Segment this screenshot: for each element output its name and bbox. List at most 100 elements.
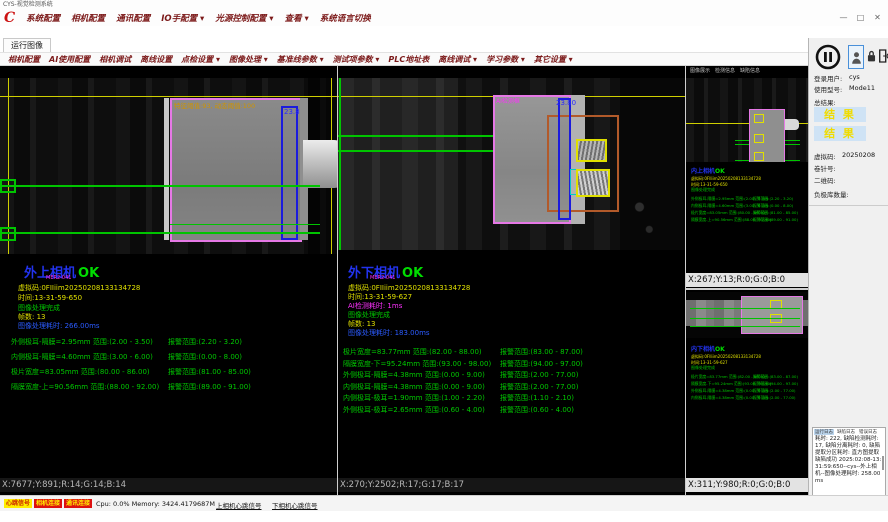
measurement-row: 极片宽度=83.05mm 范围:(80.00 - 86.00)报警范围:(81.… <box>691 210 761 217</box>
tool-image-process[interactable]: 图像处理 ▾ <box>229 54 268 65</box>
tool-baseline-params[interactable]: 基准线参数 ▾ <box>277 54 324 65</box>
thumbnail-info: 内下相机OK 虚拟码:0FIIiim20250208133134728 时间:1… <box>691 344 761 402</box>
log-tab-run[interactable]: 运行日志 <box>814 429 834 435</box>
camera-title: 内下相机OK <box>691 344 761 353</box>
measurement-value: 内侧极耳-隔膜=4.60mm 范围:(3.00 - 6.00) <box>11 352 153 362</box>
lower-camera-heartbeat-link[interactable]: 下相机心跳信号 <box>272 500 318 510</box>
thumbnail-column: 图像展示 检测信息 缺陷信息 内上相机OK 虚拟码:0FIIiim2025020… <box>686 66 808 495</box>
menubar: C 系统配置 相机配置 通讯配置 IO手配置 ▾ 光源控制配置 ▾ 查看 ▾ 系… <box>0 10 888 26</box>
measurement-row: 内侧极耳-隔膜=4.38mm 范围:(0.00 - 9.00)报警范围:(2.0… <box>691 395 761 402</box>
camera-status: OK <box>78 266 99 281</box>
tool-ai-config[interactable]: AI使用配置 <box>49 54 90 65</box>
total-result-label: 总结果: <box>814 97 836 107</box>
measurement-row: 隔膜宽度-下=95.24mm 范围:(93.00 - 98.00) 报警范围:(9… <box>343 359 683 371</box>
camera-title: 内上相机OK <box>691 166 761 175</box>
menu-view[interactable]: 查看 ▾ <box>285 12 309 24</box>
measurement-row: 隔膜宽度-上=90.56mm 范围:(88.00 - 92.00)报警范围:(8… <box>11 382 331 397</box>
tool-learning-params[interactable]: 学习参数 ▾ <box>486 54 525 65</box>
thumb-tab-image[interactable]: 图像展示 <box>690 67 710 74</box>
tool-camera-debug[interactable]: 相机调试 <box>99 54 131 65</box>
lock-button[interactable] <box>865 46 877 66</box>
process-elapsed: 图像处理耗时: 183.00ms <box>348 328 430 338</box>
measure-value-label: 23.80 <box>556 99 576 107</box>
measurement-row: 外侧极耳-隔膜=2.95mm 范围:(2.00 - 3.50)报警范围:(2.2… <box>11 337 331 352</box>
camera-image[interactable]: AI检测框 23.80 <box>338 78 685 250</box>
measurement-row: 极片宽度=83.05mm 范围:(80.00 - 86.00)报警范围:(81.… <box>11 367 331 382</box>
exit-button[interactable] <box>878 46 888 66</box>
log-tab-defect[interactable]: 缺陷日志 <box>836 429 856 435</box>
process-elapsed: 图像处理耗时: 266.00ms <box>18 321 100 331</box>
menu-camera-config[interactable]: 相机配置 <box>71 12 105 24</box>
thumb-tab-detect[interactable]: 检测信息 <box>715 67 735 74</box>
alarm-range: 报警范围:(0.60 - 4.00) <box>500 405 574 415</box>
tab-run-image[interactable]: 运行图像 <box>3 38 51 52</box>
close-button[interactable]: ✕ <box>871 12 884 23</box>
camera-name: 内下相机 <box>691 346 715 353</box>
log-tab-error[interactable]: 错误日志 <box>858 429 878 435</box>
menu-comm-config[interactable]: 通讯配置 <box>116 12 150 24</box>
app-window: CYS-视觉检测系统 C 系统配置 相机配置 通讯配置 IO手配置 ▾ 光源控制… <box>0 0 888 522</box>
scene-highlight <box>338 78 458 250</box>
camera-model: MER2-041 <box>370 275 395 281</box>
tool-spot-check[interactable]: 点检设置 ▾ <box>181 54 220 65</box>
tool-offline-debug[interactable]: 离线调试 ▾ <box>438 54 477 65</box>
toolbar: 相机配置 AI使用配置 相机调试 离线设置 点检设置 ▾ 图像处理 ▾ 基准线参… <box>0 52 808 66</box>
tool-camera-config[interactable]: 相机配置 <box>8 54 40 65</box>
measurement-row: 外侧极耳-隔膜=4.38mm 范围:(0.00 - 9.00)报警范围:(2.0… <box>691 388 761 395</box>
reference-bracket-green <box>0 227 16 241</box>
log-scrollbar[interactable] <box>882 456 884 470</box>
menu-system-config[interactable]: 系统配置 <box>26 12 60 24</box>
user-icon <box>851 49 862 66</box>
alarm-range: 报警范围:(83.00 - 87.00) <box>500 347 583 357</box>
pause-button[interactable] <box>815 44 841 70</box>
measurement-row: 极片宽度=83.77mm 范围:(82.00 - 88.00)报警范围:(83.… <box>343 347 683 359</box>
defect-box-yellow <box>754 152 764 161</box>
measurement-row: 内侧极耳-隔膜=4.38mm 范围:(0.00 - 9.00)报警范围:(2.0… <box>343 382 683 394</box>
alarm-range: 报警范围:(89.00 - 91.00) <box>168 382 251 392</box>
maximize-button[interactable]: □ <box>854 12 867 23</box>
measurement-row: 外侧极耳-隔膜=2.95mm 范围:(2.00 - 3.50)报警范围:(2.2… <box>691 196 761 203</box>
menu-io-config[interactable]: IO手配置 ▾ <box>161 12 204 24</box>
reference-line-green <box>339 78 341 250</box>
reference-line-green <box>0 232 320 234</box>
alarm-range: 报警范围:(0.00 - 8.00) <box>168 352 242 362</box>
result-badge: 结 果 <box>814 107 866 122</box>
thumbnail-tabs: 图像展示 检测信息 缺陷信息 <box>690 67 760 74</box>
measurement-value: 隔膜宽度-下=95.24mm 范围:(93.00 - 98.00) <box>343 359 491 369</box>
thumbnail-image[interactable] <box>686 78 808 162</box>
defect-box-yellow <box>576 139 607 162</box>
tool-offline-settings[interactable]: 离线设置 <box>140 54 172 65</box>
minimize-button[interactable]: — <box>837 12 850 23</box>
measurement-value: 外侧极耳-极耳=2.65mm 范围:(0.60 - 4.00) <box>343 405 485 415</box>
alarm-range: 报警范围:(94.00 - 97.00) <box>500 359 583 369</box>
tool-plc-address[interactable]: PLC地址表 <box>388 54 429 65</box>
menu-language-switch[interactable]: 系统语言切换 <box>320 12 371 24</box>
needle-number-label: 卷针号: <box>814 163 836 173</box>
measurement-row: 外侧极耳-隔膜=4.38mm 范围:(0.00 - 9.00)报警范围:(2.0… <box>343 370 683 382</box>
threshold-overlay-label: 特征阈值:93, 动态阈值:100 <box>174 100 255 110</box>
upper-camera-heartbeat-link[interactable]: 上相机心跳信号 <box>216 500 262 510</box>
thumbnail-image[interactable] <box>686 292 808 338</box>
measurement-value: 外侧极耳-隔膜=2.95mm 范围:(2.00 - 3.50) <box>11 337 153 347</box>
thumbnail-divider <box>686 288 808 290</box>
camera-image[interactable]: 特征阈值:93, 动态阈值:100 23.88 <box>0 78 337 254</box>
thumb-tab-defect[interactable]: 缺陷信息 <box>740 67 760 74</box>
reference-line-green <box>170 224 320 225</box>
user-login-button[interactable] <box>848 45 864 69</box>
measurement-value: 极片宽度=83.05mm 范围:(80.00 - 86.00) <box>11 367 150 377</box>
measure-box-blue <box>558 98 571 220</box>
camera-status: OK <box>402 266 423 281</box>
log-box[interactable]: 运行日志 缺陷日志 错误日志 耗时: 222, 缺陷检测耗时: 17, 缺陷分离… <box>812 427 886 499</box>
menu-light-config[interactable]: 光源控制配置 ▾ <box>215 12 273 24</box>
tool-test-params[interactable]: 测试项参数 ▾ <box>333 54 380 65</box>
virtual-code: 虚拟码:0FIIiim20250208133134728 <box>691 354 761 360</box>
virtual-code-label: 虚拟码: <box>814 151 836 161</box>
heartbeat-status-badge: 心跳信号 <box>4 499 32 508</box>
comm-link-status-badge: 通讯连接 <box>64 499 92 508</box>
reference-line-yellow <box>0 96 337 97</box>
log-tabs: 运行日志 缺陷日志 错误日志 <box>813 428 885 435</box>
sidebar: 登录用户: cys 使用型号: Mode11 总结果: 结 果 结 果 虚拟码:… <box>808 38 888 495</box>
reference-line-green <box>690 308 800 309</box>
tool-other-settings[interactable]: 其它设置 ▾ <box>534 54 573 65</box>
login-user-label: 登录用户: <box>814 73 842 83</box>
